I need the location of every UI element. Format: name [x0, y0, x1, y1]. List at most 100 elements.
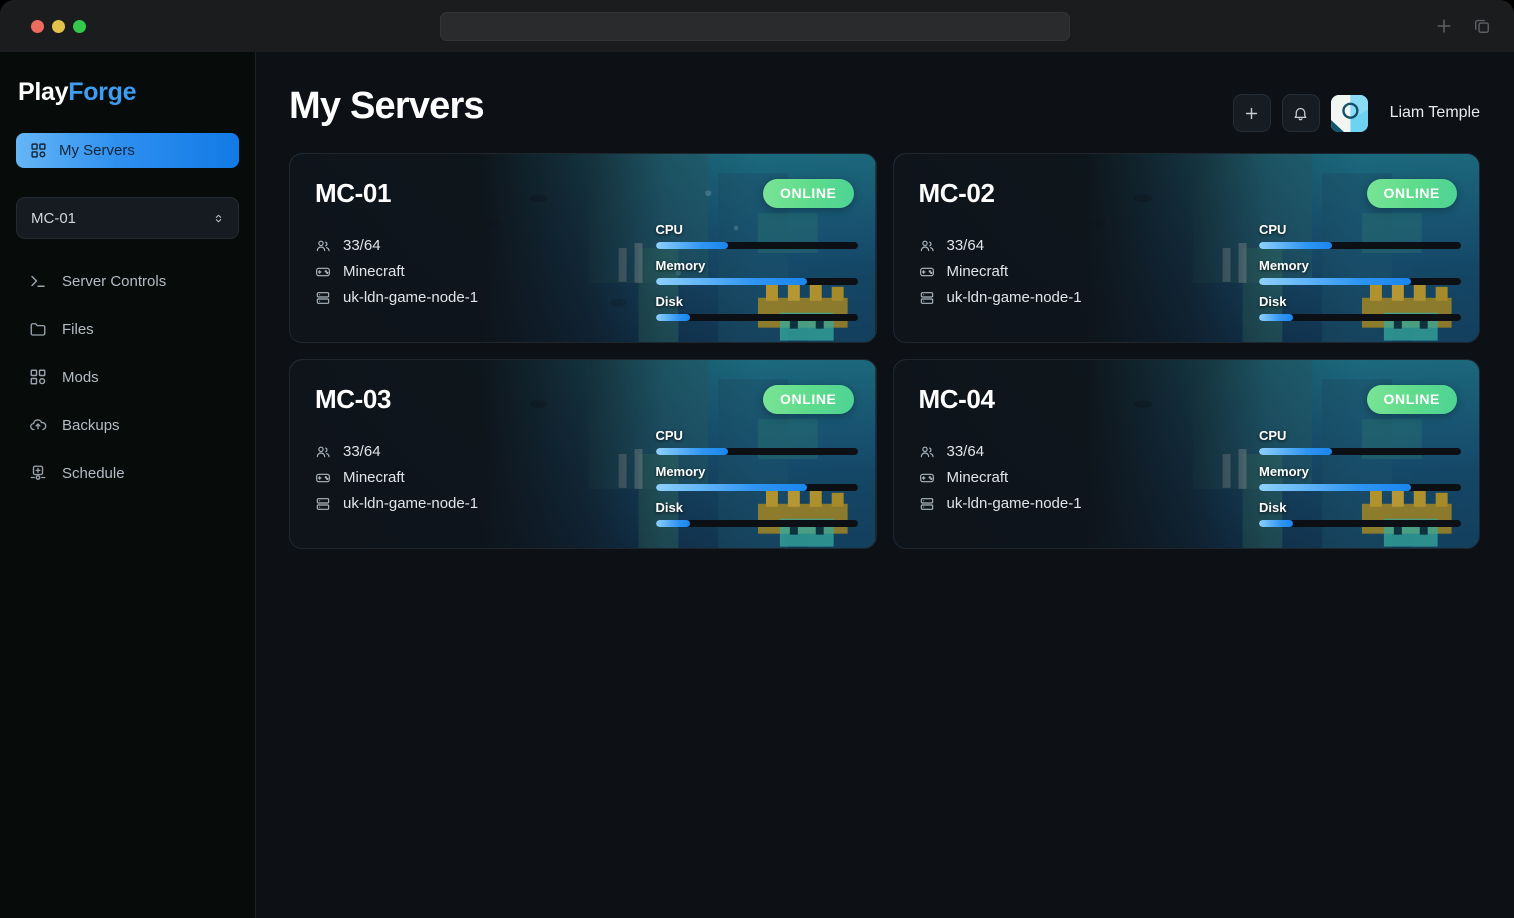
- metric-label: Disk: [1259, 294, 1287, 309]
- progress-bar: [655, 278, 858, 285]
- metric-memory: Memory: [655, 464, 858, 491]
- sidebar-item-label: Files: [62, 320, 94, 338]
- user-name: Liam Temple: [1389, 104, 1480, 121]
- gamepad-icon: [919, 470, 935, 486]
- progress-bar: [1259, 484, 1461, 491]
- app-shell: PlayForge My Servers MC-01 Server Contro…: [0, 52, 1514, 918]
- bell-icon: [1294, 107, 1307, 120]
- metric-cpu: CPU: [1259, 222, 1461, 249]
- metric-cpu: CPU: [655, 222, 858, 249]
- main-content: My Servers Liam Temple MC-01 ONLINE 33/6…: [256, 52, 1514, 918]
- metric-memory: Memory: [655, 258, 858, 285]
- minimize-window-button[interactable]: [52, 19, 65, 33]
- metric-label: Disk: [655, 294, 683, 309]
- sidebar-nav: Server Controls Files Mods Backups Sched…: [0, 257, 255, 497]
- server-card[interactable]: MC-03 ONLINE 33/64 Minecraft uk-ldn-game…: [289, 359, 877, 549]
- progress-fill: [1259, 520, 1294, 527]
- metric-label: CPU: [655, 428, 683, 443]
- progress-fill: [655, 484, 807, 491]
- progress-fill: [655, 242, 729, 249]
- metric-label: Disk: [655, 500, 683, 515]
- sidebar-item-label: Schedule: [62, 464, 125, 482]
- header-actions: Liam Temple: [1232, 94, 1480, 132]
- server-metrics: CPU Memory Disk: [655, 428, 858, 527]
- node-name: uk-ldn-game-node-1: [946, 289, 1082, 306]
- metric-label: Disk: [1259, 500, 1287, 515]
- sidebar-item-schedule[interactable]: Schedule: [0, 449, 255, 497]
- node-name: uk-ldn-game-node-1: [946, 495, 1082, 512]
- progress-fill: [1259, 278, 1411, 285]
- sidebar-item-server-controls[interactable]: Server Controls: [0, 257, 255, 305]
- add-server-button[interactable]: [1232, 94, 1271, 132]
- server-card[interactable]: MC-02 ONLINE 33/64 Minecraft uk-ldn-game…: [892, 153, 1480, 343]
- metric-memory: Memory: [1259, 464, 1461, 491]
- server-rack-icon: [315, 496, 331, 512]
- progress-bar: [1259, 520, 1461, 527]
- avatar[interactable]: [1330, 94, 1368, 132]
- page-title: My Servers: [289, 85, 485, 127]
- close-window-button[interactable]: [31, 19, 44, 33]
- metric-label: CPU: [1259, 222, 1287, 237]
- progress-bar: [655, 520, 858, 527]
- progress-fill: [1259, 314, 1294, 321]
- players-count: 33/64: [343, 443, 381, 460]
- server-card[interactable]: MC-01 ONLINE 33/64 Minecraft uk-ldn-game…: [289, 153, 877, 343]
- server-card[interactable]: MC-04 ONLINE 33/64 Minecraft uk-ldn-game…: [892, 359, 1480, 549]
- metric-label: Memory: [655, 258, 706, 273]
- cloud-upload-icon: [29, 416, 47, 434]
- metric-label: Memory: [1259, 258, 1309, 273]
- server-metrics: CPU Memory Disk: [1259, 428, 1461, 527]
- schedule-icon: [29, 464, 47, 482]
- metric-disk: Disk: [1259, 500, 1461, 527]
- page-header: My Servers Liam Temple: [256, 52, 1514, 132]
- gamepad-icon: [315, 470, 331, 486]
- logo-text-forge: Forge: [68, 78, 137, 106]
- browser-window: PlayForge My Servers MC-01 Server Contro…: [0, 0, 1514, 918]
- maximize-window-button[interactable]: [73, 19, 86, 33]
- grid-icon: [29, 368, 47, 386]
- new-tab-icon[interactable]: [1434, 16, 1454, 36]
- progress-bar: [655, 448, 858, 455]
- progress-bar: [1259, 314, 1461, 321]
- server-card-grid: MC-01 ONLINE 33/64 Minecraft uk-ldn-game…: [289, 153, 1480, 549]
- game-name: Minecraft: [343, 263, 405, 280]
- folder-icon: [29, 320, 47, 338]
- status-badge: ONLINE: [763, 179, 854, 208]
- progress-bar: [655, 242, 858, 249]
- progress-fill: [1259, 242, 1332, 249]
- server-select[interactable]: MC-01: [16, 197, 239, 239]
- browser-titlebar: [0, 0, 1514, 52]
- sidebar-item-mods[interactable]: Mods: [0, 353, 255, 401]
- app-logo: PlayForge: [18, 78, 255, 107]
- users-icon: [315, 444, 331, 460]
- chevron-updown-icon: [212, 210, 225, 227]
- copy-stack-icon[interactable]: [1472, 16, 1492, 36]
- status-badge: ONLINE: [1366, 179, 1457, 208]
- status-badge: ONLINE: [763, 385, 854, 414]
- sidebar-item-label: Backups: [62, 416, 120, 434]
- gamepad-icon: [315, 264, 331, 280]
- users-icon: [315, 238, 331, 254]
- metric-label: Memory: [655, 464, 706, 479]
- sidebar-item-files[interactable]: Files: [0, 305, 255, 353]
- players-count: 33/64: [946, 443, 985, 460]
- sidebar-item-label: Mods: [62, 368, 99, 386]
- sidebar-item-backups[interactable]: Backups: [0, 401, 255, 449]
- progress-fill: [655, 314, 690, 321]
- plus-icon: [1245, 107, 1258, 119]
- sidebar-item-my-servers[interactable]: My Servers: [16, 133, 239, 168]
- progress-bar: [1259, 278, 1461, 285]
- metric-label: CPU: [655, 222, 683, 237]
- server-rack-icon: [919, 290, 935, 306]
- window-traffic-lights: [31, 19, 86, 33]
- server-select-value: MC-01: [31, 209, 77, 227]
- progress-bar: [655, 314, 858, 321]
- game-name: Minecraft: [946, 469, 1009, 486]
- notifications-button[interactable]: [1281, 94, 1320, 132]
- address-bar[interactable]: [440, 12, 1070, 41]
- sidebar-item-label: Server Controls: [62, 272, 167, 290]
- node-name: uk-ldn-game-node-1: [343, 495, 479, 512]
- server-rack-icon: [919, 496, 935, 512]
- users-icon: [919, 238, 935, 254]
- game-name: Minecraft: [343, 469, 405, 486]
